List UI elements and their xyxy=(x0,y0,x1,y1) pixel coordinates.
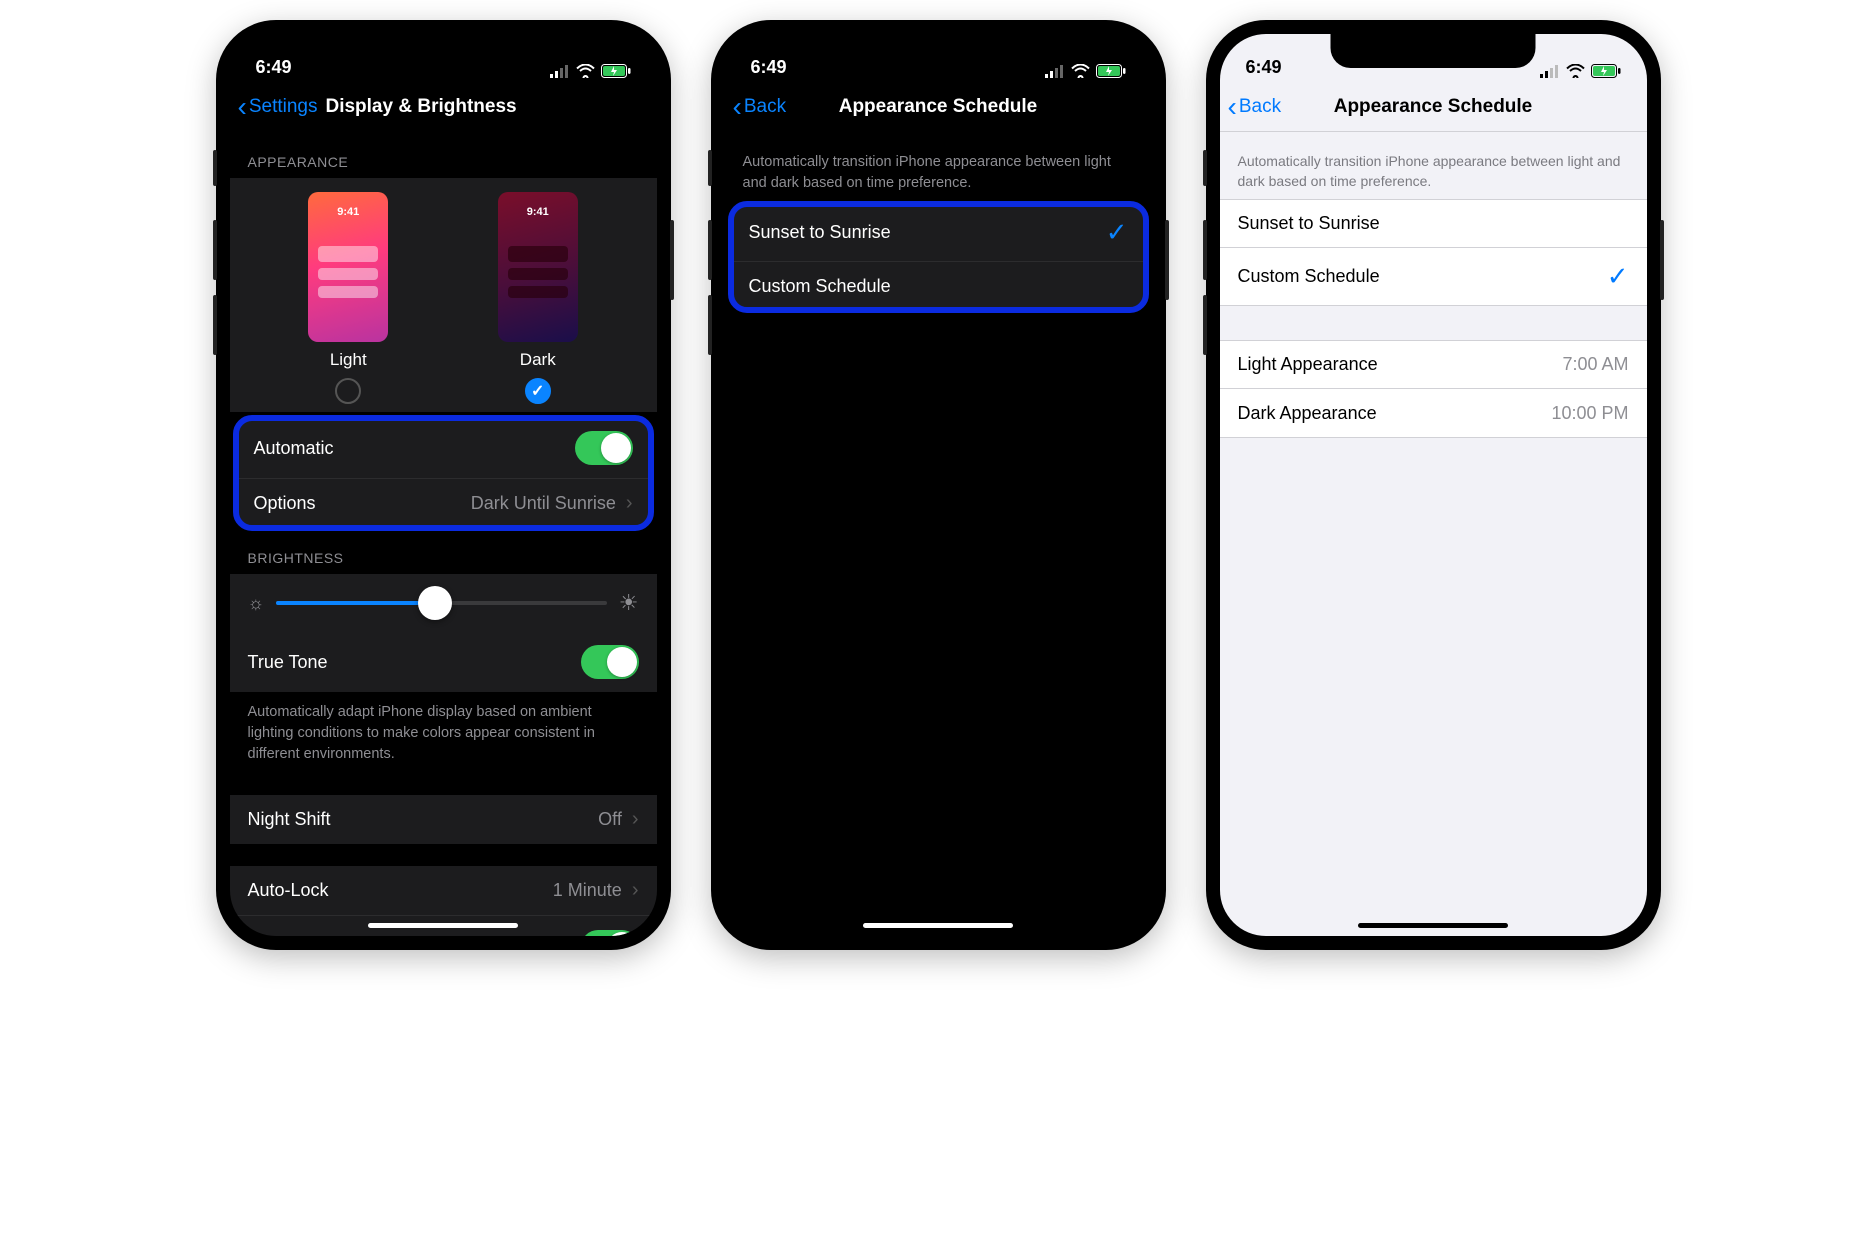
navbar: ‹ Back Appearance Schedule xyxy=(725,82,1152,132)
automatic-switch[interactable] xyxy=(575,431,633,465)
navbar: ‹ Back Appearance Schedule xyxy=(1220,82,1647,132)
dark-radio[interactable] xyxy=(525,378,551,404)
wifi-icon xyxy=(1071,64,1090,78)
nightshift-label: Night Shift xyxy=(248,809,331,830)
options-value: Dark Until Sunrise xyxy=(471,493,616,514)
chevron-left-icon: ‹ xyxy=(733,93,742,121)
option-label: Sunset to Sunrise xyxy=(1238,213,1380,234)
truetone-footer: Automatically adapt iPhone display based… xyxy=(230,692,657,773)
option-custom-schedule[interactable]: Custom Schedule xyxy=(731,262,1146,310)
dark-appearance-time: 10:00 PM xyxy=(1551,403,1628,424)
home-indicator[interactable] xyxy=(368,923,518,928)
nav-title: Appearance Schedule xyxy=(839,96,1038,118)
wifi-icon xyxy=(576,64,595,78)
option-sunset-sunrise[interactable]: Sunset to Sunrise ✓ xyxy=(731,204,1146,262)
appearance-option-dark[interactable]: 9:41 Dark xyxy=(498,192,578,404)
status-time: 6:49 xyxy=(256,57,292,78)
chevron-left-icon: ‹ xyxy=(1228,93,1237,121)
back-label: Settings xyxy=(249,96,318,118)
appearance-options: 9:41 Light 9:41 Dark xyxy=(230,178,657,412)
automatic-label: Automatic xyxy=(254,438,334,459)
home-indicator[interactable] xyxy=(863,923,1013,928)
brightness-slider-row: ☼ ☀ xyxy=(230,574,657,632)
brightness-header: BRIGHTNESS xyxy=(230,528,657,574)
battery-charging-icon xyxy=(1096,64,1126,78)
option-label: Sunset to Sunrise xyxy=(749,222,891,243)
check-icon: ✓ xyxy=(1106,217,1128,248)
sun-high-icon: ☀ xyxy=(619,590,639,616)
nightshift-value: Off xyxy=(598,809,622,830)
option-sunset-sunrise[interactable]: Sunset to Sunrise xyxy=(1220,200,1647,248)
schedule-description: Automatically transition iPhone appearan… xyxy=(725,132,1152,202)
schedule-description: Automatically transition iPhone appearan… xyxy=(1220,132,1647,199)
light-appearance-label: Light Appearance xyxy=(1238,354,1378,375)
light-appearance-time: 7:00 AM xyxy=(1562,354,1628,375)
nightshift-row[interactable]: Night Shift Off › xyxy=(230,795,657,844)
appearance-option-light[interactable]: 9:41 Light xyxy=(308,192,388,404)
cellular-icon xyxy=(1045,65,1065,78)
nav-title: Display & Brightness xyxy=(325,96,516,118)
light-label: Light xyxy=(330,350,367,370)
cellular-icon xyxy=(1540,65,1560,78)
chevron-left-icon: ‹ xyxy=(238,93,247,121)
brightness-slider[interactable] xyxy=(276,601,607,605)
check-icon: ✓ xyxy=(1607,261,1629,292)
light-radio[interactable] xyxy=(335,378,361,404)
chevron-right-icon: › xyxy=(632,808,639,831)
back-button[interactable]: ‹ Back xyxy=(733,93,787,121)
option-label: Custom Schedule xyxy=(1238,266,1380,287)
back-button[interactable]: ‹ Back xyxy=(1228,93,1282,121)
dark-label: Dark xyxy=(520,350,556,370)
light-appearance-row[interactable]: Light Appearance 7:00 AM xyxy=(1220,341,1647,389)
battery-charging-icon xyxy=(601,64,631,78)
chevron-right-icon: › xyxy=(632,879,639,902)
status-bar: 6:49 xyxy=(1220,34,1647,82)
autolock-label: Auto-Lock xyxy=(248,880,329,901)
truetone-label: True Tone xyxy=(248,652,328,673)
autolock-row[interactable]: Auto-Lock 1 Minute › xyxy=(230,866,657,916)
sun-low-icon: ☼ xyxy=(248,593,265,614)
light-thumbnail: 9:41 xyxy=(308,192,388,342)
truetone-switch[interactable] xyxy=(581,645,639,679)
chevron-right-icon: › xyxy=(626,492,633,515)
options-label: Options xyxy=(254,493,316,514)
automatic-row[interactable]: Automatic xyxy=(236,418,651,479)
option-custom-schedule[interactable]: Custom Schedule ✓ xyxy=(1220,248,1647,305)
status-bar: 6:49 xyxy=(230,34,657,82)
battery-charging-icon xyxy=(1591,64,1621,78)
dark-appearance-label: Dark Appearance xyxy=(1238,403,1377,424)
appearance-header: APPEARANCE xyxy=(230,132,657,178)
autolock-value: 1 Minute xyxy=(553,880,622,901)
back-button[interactable]: ‹ Settings xyxy=(238,93,318,121)
options-row[interactable]: Options Dark Until Sunrise › xyxy=(236,479,651,528)
partial-switch[interactable] xyxy=(581,930,639,936)
dark-thumbnail: 9:41 xyxy=(498,192,578,342)
status-bar: 6:49 xyxy=(725,34,1152,82)
back-label: Back xyxy=(744,96,786,118)
wifi-icon xyxy=(1566,64,1585,78)
nav-title: Appearance Schedule xyxy=(1334,96,1533,118)
back-label: Back xyxy=(1239,96,1281,118)
automatic-group-highlight: Automatic Options Dark Until Sunrise › xyxy=(236,418,651,528)
schedule-options-highlight: Sunset to Sunrise ✓ Custom Schedule xyxy=(731,204,1146,310)
status-time: 6:49 xyxy=(1246,57,1282,78)
option-label: Custom Schedule xyxy=(749,276,891,297)
home-indicator[interactable] xyxy=(1358,923,1508,928)
status-time: 6:49 xyxy=(751,57,787,78)
truetone-row[interactable]: True Tone xyxy=(230,632,657,692)
cellular-icon xyxy=(550,65,570,78)
navbar: ‹ Settings Display & Brightness xyxy=(230,82,657,132)
dark-appearance-row[interactable]: Dark Appearance 10:00 PM xyxy=(1220,389,1647,437)
